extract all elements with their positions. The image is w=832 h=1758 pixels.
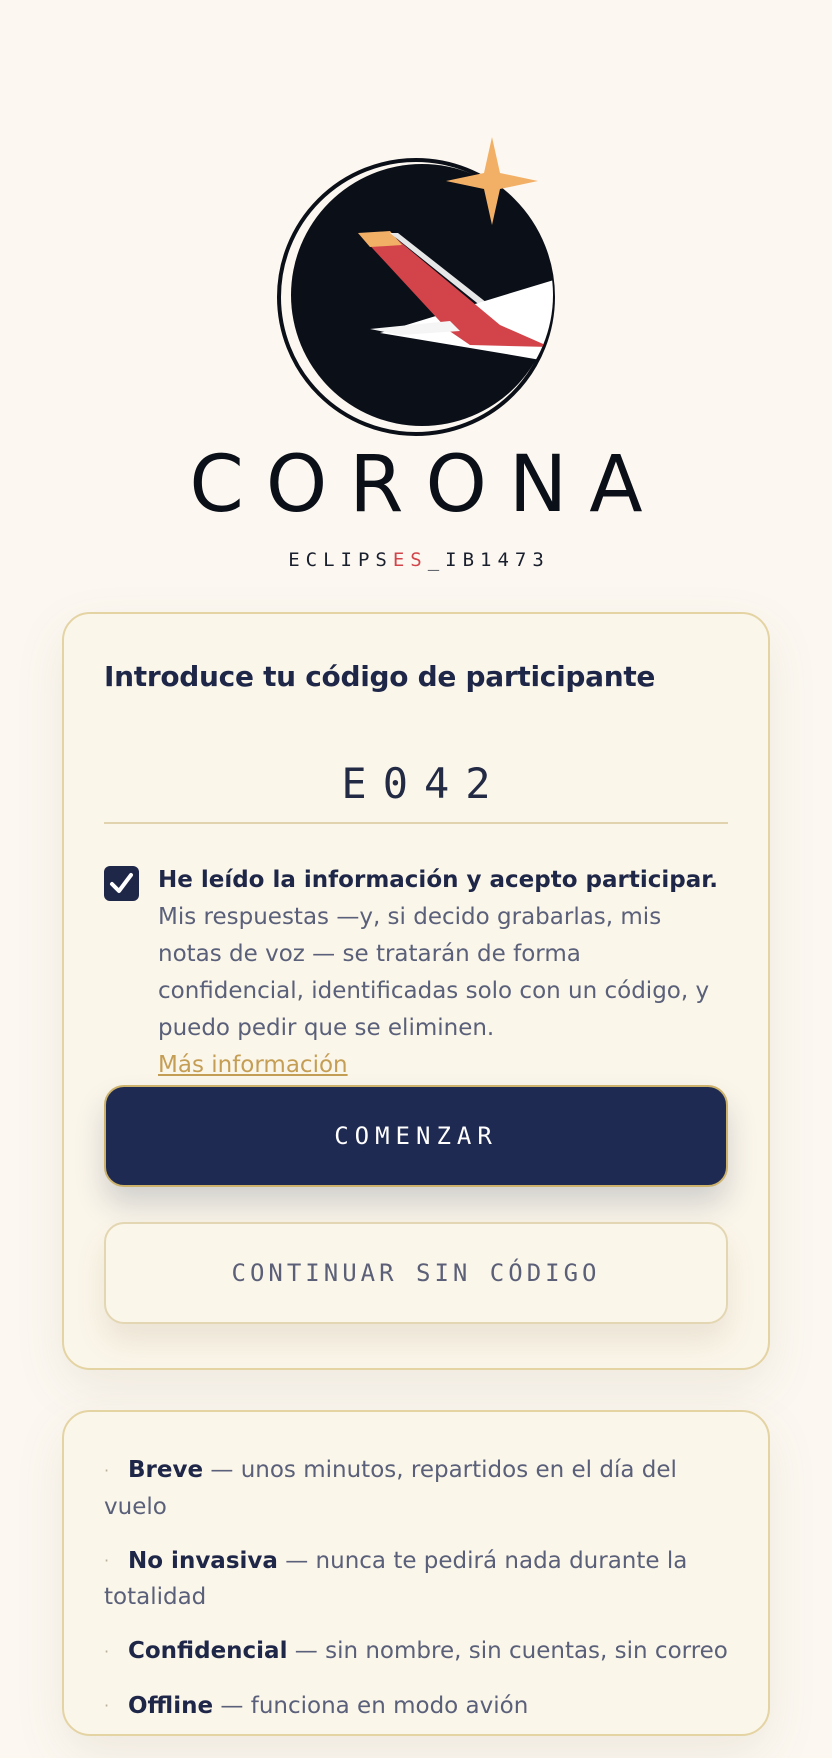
feature-item: · Breve — unos minutos, repartidos en el … [104,1452,728,1525]
consent-block: He leído la información y acepto partici… [104,862,728,1084]
page: CORONA ECLIPSES_IB1473 Introduce tu códi… [0,0,832,1758]
subtitle-suffix: _IB1473 [427,549,550,571]
feature-item: · No invasiva — nunca te pedirá nada dura… [104,1543,728,1616]
consent-body: Mis respuestas —y, si decido grabarlas, … [158,904,710,1041]
feature-title: Breve [128,1457,204,1483]
bullet-icon: · [104,1641,110,1661]
consent-checkbox[interactable] [104,866,139,901]
bullet-icon: · [104,1696,110,1715]
eclipse-plane-logo-icon [277,137,555,436]
features-list: · Breve — unos minutos, repartidos en el … [104,1452,728,1742]
subtitle-accent: ES [392,549,428,571]
features-card: · Breve — unos minutos, repartidos en el … [62,1410,770,1736]
feature-title: Offline [128,1692,214,1719]
continue-without-code-button[interactable]: CONTINUAR SIN CÓDIGO [104,1222,728,1324]
participant-code-card: Introduce tu código de participante He l… [62,612,770,1370]
feature-title: No invasiva [128,1547,278,1574]
subtitle-prefix: ECLIPS [288,549,393,571]
code-prompt: Introduce tu código de participante [104,660,656,693]
bullet-icon: · [104,1460,110,1480]
feature-text: — funciona en modo avión [213,1692,529,1719]
feature-text: — sin nombre, sin cuentas, sin correo [287,1638,728,1664]
feature-item: · Confidencial — sin nombre, sin cuentas,… [104,1633,728,1670]
brand-name: CORONA [189,440,665,530]
bullet-icon: · [104,1551,110,1570]
feature-item: · Offline — funciona en modo avión [104,1688,728,1725]
consent-text: He leído la información y acepto partici… [158,862,728,1084]
start-button[interactable]: COMENZAR [104,1085,728,1187]
consent-bold: He leído la información y acepto partici… [158,867,719,893]
participant-code-input[interactable] [104,744,728,824]
check-icon [110,873,133,893]
brand-subtitle: ECLIPSES_IB1473 [0,549,832,571]
more-info-link[interactable]: Más información [158,1052,348,1078]
feature-title: Confidencial [128,1638,288,1664]
logo-block: CORONA ECLIPSES_IB1473 [0,0,832,580]
